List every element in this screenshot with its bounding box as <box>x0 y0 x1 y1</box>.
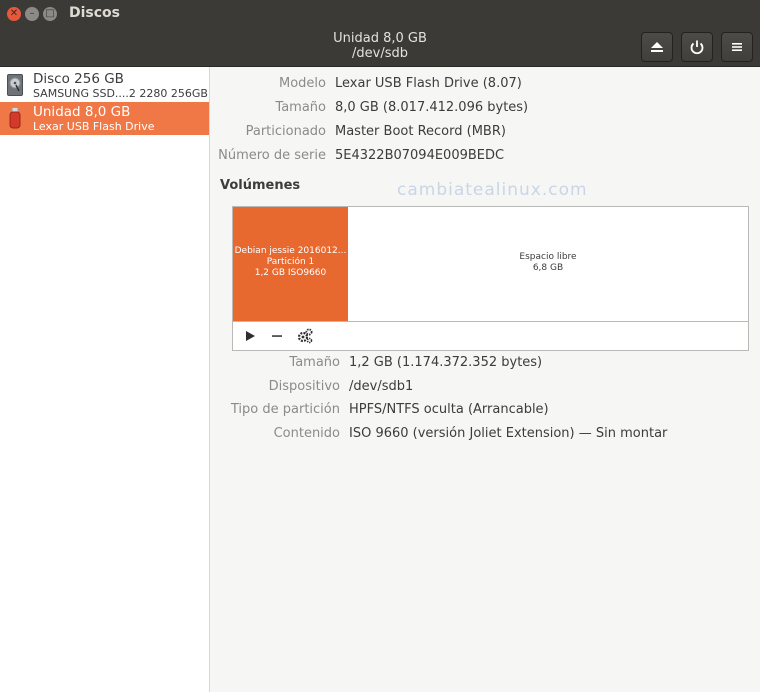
volume-toolbar <box>233 321 748 350</box>
info-label: Tamaño <box>289 355 340 370</box>
free-space-block[interactable]: Espacio libre 6,8 GB <box>348 207 748 321</box>
info-label: Modelo <box>279 76 326 91</box>
info-value: ISO 9660 (versión Joliet Extension) — Si… <box>349 426 668 441</box>
partition-size: 1,2 GB ISO9660 <box>254 268 327 278</box>
eject-icon <box>651 42 663 52</box>
eject-button[interactable] <box>641 32 673 62</box>
partition-number: Partición 1 <box>266 257 315 267</box>
partition-settings-button[interactable] <box>297 328 313 344</box>
info-value: 8,0 GB (8.017.412.096 bytes) <box>335 100 529 115</box>
info-value: /dev/sdb1 <box>349 379 414 394</box>
gears-icon <box>297 328 313 344</box>
drive-info-size: Tamaño 8,0 GB (8.017.412.096 bytes) <box>210 98 760 118</box>
info-label: Tamaño <box>275 100 326 115</box>
close-icon[interactable]: ✕ <box>7 7 21 21</box>
drive-model: SAMSUNG SSD....2 2280 256GB <box>33 87 208 100</box>
free-space-size: 6,8 GB <box>532 263 564 273</box>
drive-info-model: Modelo Lexar USB Flash Drive (8.07) <box>210 74 760 94</box>
sidebar-item-disk-256[interactable]: Disco 256 GB SAMSUNG SSD....2 2280 256GB <box>0 69 209 102</box>
watermark: cambiatealinux.com <box>397 180 588 200</box>
hamburger-menu-icon <box>732 43 742 51</box>
window-controls: ✕ – □ <box>7 7 57 21</box>
partition-info-size: Tamaño 1,2 GB (1.174.372.352 bytes) <box>232 353 752 373</box>
drive-name: Disco 256 GB <box>33 71 124 87</box>
drive-info-partitioning: Particionado Master Boot Record (MBR) <box>210 122 760 142</box>
partition-block[interactable]: Debian jessie 2016012... Partición 1 1,2… <box>233 207 348 321</box>
partition-info-contents: Contenido ISO 9660 (versión Joliet Exten… <box>232 424 752 444</box>
free-space-label: Espacio libre <box>519 252 577 262</box>
info-value: 1,2 GB (1.174.372.352 bytes) <box>349 355 543 370</box>
info-label: Tipo de partición <box>230 402 340 417</box>
play-icon <box>246 331 255 341</box>
sidebar-item-usb-drive[interactable]: Unidad 8,0 GB Lexar USB Flash Drive <box>0 102 209 135</box>
partition-info-type: Tipo de partición HPFS/NTFS oculta (Arra… <box>230 400 752 420</box>
power-button[interactable] <box>681 32 713 62</box>
info-label: Contenido <box>273 426 340 441</box>
volumes-header: Volúmenes <box>220 178 301 193</box>
hard-disk-icon <box>7 74 23 96</box>
partition-label: Debian jessie 2016012... <box>234 246 347 256</box>
header-bar: Unidad 8,0 GB /dev/sdb <box>0 28 760 67</box>
volumes-map: Debian jessie 2016012... Partición 1 1,2… <box>232 206 749 351</box>
info-value: 5E4322B07094E009BEDC <box>335 148 505 163</box>
app-title: Discos <box>69 5 121 21</box>
info-value: Master Boot Record (MBR) <box>335 124 506 139</box>
mount-button[interactable] <box>242 328 258 344</box>
minus-icon <box>272 335 282 337</box>
maximize-icon[interactable]: □ <box>43 7 57 21</box>
drives-sidebar: Disco 256 GB SAMSUNG SSD....2 2280 256GB… <box>0 67 210 692</box>
usb-drive-icon <box>9 107 21 129</box>
info-value: HPFS/NTFS oculta (Arrancable) <box>349 402 549 417</box>
delete-partition-button[interactable] <box>269 328 285 344</box>
minimize-icon[interactable]: – <box>25 7 39 21</box>
partition-info-device: Dispositivo /dev/sdb1 <box>232 377 752 397</box>
power-icon <box>690 40 704 55</box>
info-label: Número de serie <box>218 148 326 163</box>
drive-name: Unidad 8,0 GB <box>33 104 131 120</box>
window-titlebar: ✕ – □ Discos <box>0 0 760 28</box>
info-label: Particionado <box>245 124 326 139</box>
menu-button[interactable] <box>721 32 753 62</box>
drive-info-serial: Número de serie 5E4322B07094E009BEDC <box>210 146 760 166</box>
info-label: Dispositivo <box>268 379 340 394</box>
info-value: Lexar USB Flash Drive (8.07) <box>335 76 522 91</box>
drive-model: Lexar USB Flash Drive <box>33 120 155 133</box>
